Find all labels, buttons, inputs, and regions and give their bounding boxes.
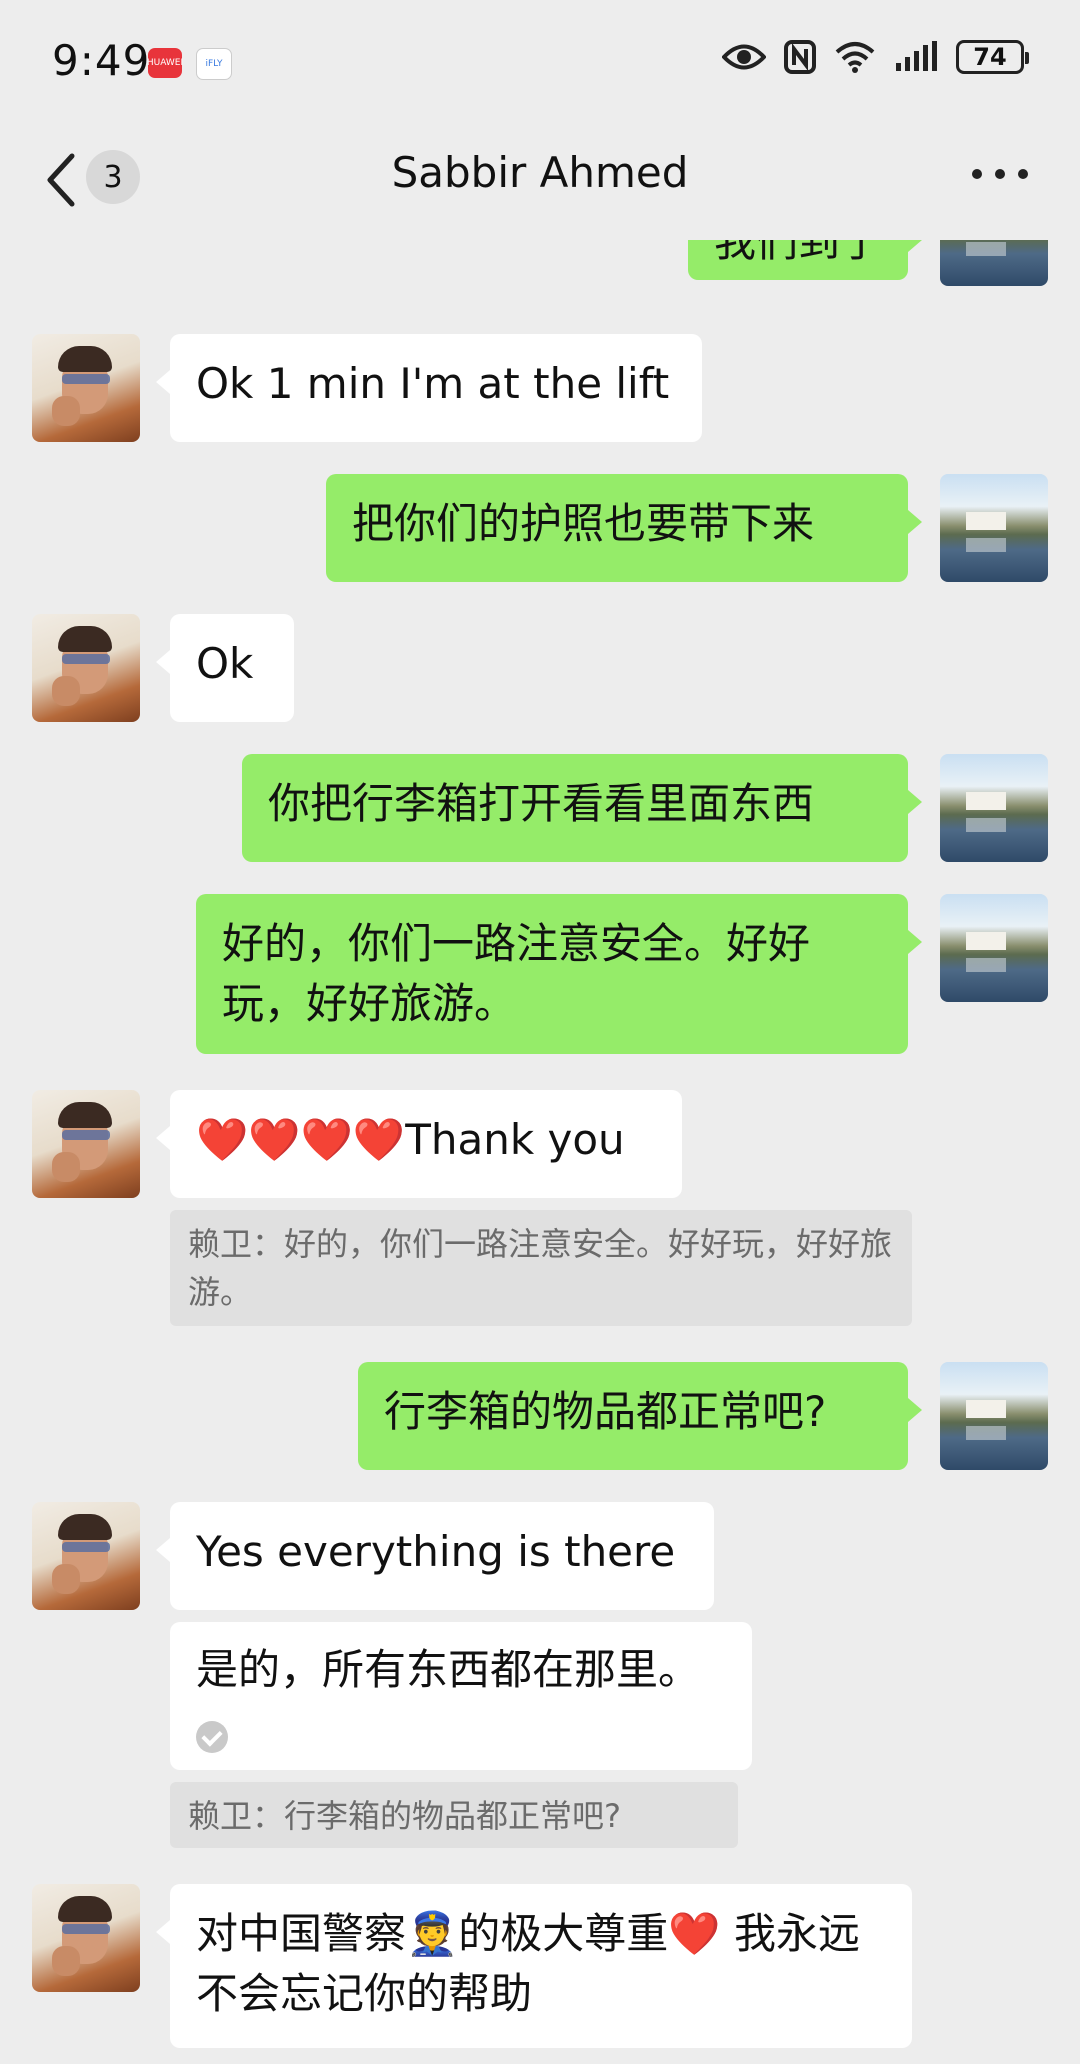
huawei-app-icon: HUAWEI <box>147 48 183 78</box>
eye-icon <box>722 44 766 70</box>
signal-icon <box>896 41 937 71</box>
incoming-message[interactable]: 对中国警察👮的极大尊重❤️ 我永远不会忘记你的帮助 <box>156 1884 912 2048</box>
outgoing-message[interactable]: 我们到了 <box>687 240 923 280</box>
quoted-message[interactable]: 赖卫：好的，你们一路注意安全。好好玩，好好旅游。 <box>170 1210 912 1326</box>
my-avatar[interactable] <box>940 1362 1048 1470</box>
system-icons: 74 <box>722 40 1029 74</box>
contact-avatar[interactable] <box>32 1090 140 1198</box>
more-options-icon[interactable] <box>972 166 1028 182</box>
status-bar: 9:49 HUAWEI iFLY 74 <box>0 0 1080 120</box>
ifly-app-icon: iFLY <box>196 48 232 80</box>
incoming-message[interactable]: ❤️❤️❤️❤️Thank you <box>156 1090 682 1198</box>
contact-avatar[interactable] <box>32 1502 140 1610</box>
translation-check-icon <box>196 1720 228 1753</box>
incoming-message[interactable]: Ok <box>156 614 294 722</box>
outgoing-message[interactable]: 好的，你们一路注意安全。好好玩，好好旅游。 <box>196 894 922 1054</box>
chat-header: 3 Sabbir Ahmed <box>0 120 1080 240</box>
contact-name: Sabbir Ahmed <box>391 148 689 197</box>
hearts-emoji: ❤️❤️❤️❤️ <box>196 1115 406 1164</box>
quoted-message[interactable]: 赖卫：行李箱的物品都正常吧? <box>170 1782 738 1848</box>
my-avatar[interactable] <box>940 474 1048 582</box>
outgoing-message[interactable]: 把你们的护照也要带下来 <box>326 474 922 582</box>
wifi-icon <box>835 42 875 73</box>
status-time: 9:49 <box>52 36 151 85</box>
contact-avatar[interactable] <box>32 614 140 722</box>
outgoing-message[interactable]: 你把行李箱打开看看里面东西 <box>242 754 922 862</box>
battery-icon: 74 <box>956 40 1029 74</box>
contact-avatar[interactable] <box>32 334 140 442</box>
translated-message[interactable]: 是的，所有东西都在那里。 <box>170 1622 752 1770</box>
incoming-message[interactable]: Yes everything is there <box>156 1502 714 1610</box>
my-avatar[interactable] <box>940 240 1048 286</box>
contact-avatar[interactable] <box>32 1884 140 1992</box>
outgoing-message[interactable]: 行李箱的物品都正常吧? <box>358 1362 922 1470</box>
nfc-icon <box>784 40 816 74</box>
incoming-message[interactable]: Ok 1 min I'm at the lift <box>156 334 702 442</box>
chat-messages: 我们到了 Ok 1 min I'm at the lift 把你们的护照也要带下… <box>0 240 1080 2064</box>
my-avatar[interactable] <box>940 754 1048 862</box>
my-avatar[interactable] <box>940 894 1048 1002</box>
